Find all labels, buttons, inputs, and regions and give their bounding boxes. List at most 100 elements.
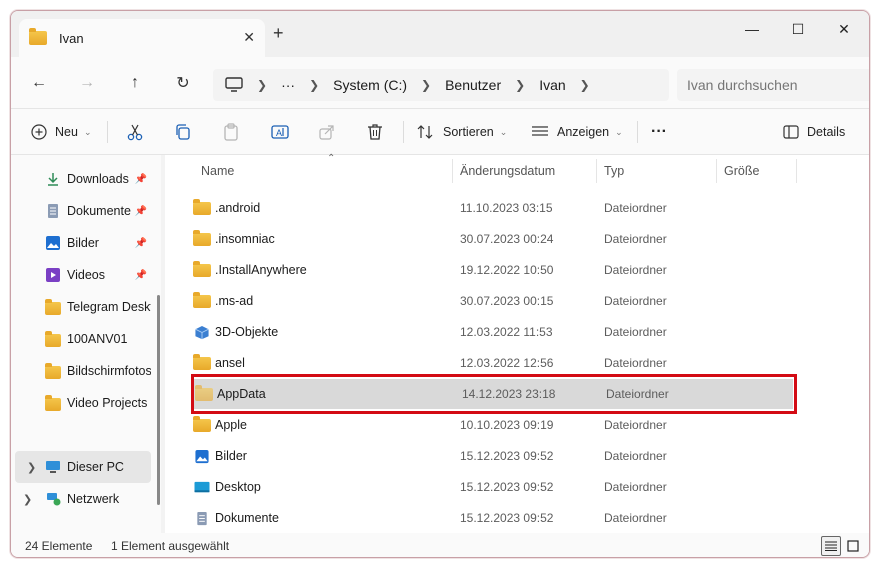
pin-icon: 📌: [134, 205, 147, 217]
table-row[interactable]: 3D-Objekte 12.03.2022 11:53 Dateiordner: [191, 317, 791, 347]
minimize-button[interactable]: —: [729, 15, 775, 43]
sort-button[interactable]: Sortieren ⌄: [417, 117, 507, 147]
sidebar-item-label: Video Projects: [67, 396, 148, 410]
cut-button[interactable]: [127, 117, 143, 147]
sidebar-item-bilder[interactable]: Bilder 📌: [11, 227, 151, 259]
sidebar-item-dokumente[interactable]: Dokumente 📌: [11, 195, 151, 227]
sidebar-item-videos[interactable]: Videos 📌: [11, 259, 151, 291]
sidebar-item-bildschirmfotos[interactable]: Bildschirmfotos: [11, 355, 151, 387]
column-header-date[interactable]: Änderungsdatum: [452, 155, 596, 187]
sidebar-item-label: Telegram Deskto: [67, 300, 151, 314]
column-header-name[interactable]: Name: [193, 155, 443, 187]
file-name: .android: [215, 201, 261, 215]
sidebar-item-label: Dieser PC: [67, 460, 124, 474]
back-button[interactable]: ←: [27, 73, 51, 93]
chevron-right-icon: ❯: [515, 78, 526, 92]
table-row[interactable]: .android 11.10.2023 03:15 Dateiordner: [191, 193, 791, 223]
copy-button[interactable]: [175, 117, 191, 147]
sidebar-item-dieser-pc[interactable]: ❯ Dieser PC: [15, 451, 151, 483]
view-lines-icon: [532, 126, 548, 136]
navigation-pane: Downloads 📌 Dokumente 📌 Bilder 📌 Videos …: [11, 155, 161, 533]
table-row[interactable]: Desktop 15.12.2023 09:52 Dateiordner: [191, 472, 791, 502]
new-button[interactable]: Neu ⌄: [31, 117, 91, 147]
tab-title: Ivan: [59, 30, 84, 46]
file-list-scrollbar[interactable]: [869, 179, 870, 341]
copy-icon: [176, 124, 190, 140]
sidebar-item-telegram[interactable]: Telegram Deskto: [11, 291, 151, 323]
column-header-size[interactable]: Größe: [716, 155, 796, 187]
new-tab-button[interactable]: +: [273, 23, 284, 44]
file-name: Apple: [215, 418, 247, 432]
table-row[interactable]: Apple 10.10.2023 09:19 Dateiordner: [191, 410, 791, 440]
breadcrumb-more[interactable]: ···: [281, 77, 295, 93]
chevron-right-icon: ❯: [257, 78, 268, 92]
svg-text:A: A: [276, 128, 282, 138]
share-button[interactable]: [319, 117, 335, 147]
chevron-right-icon[interactable]: ❯: [27, 461, 36, 474]
tab-ivan[interactable]: Ivan ✕: [19, 19, 265, 57]
computer-icon: [225, 77, 243, 92]
file-name: Dokumente: [215, 511, 279, 525]
trash-icon: [368, 124, 382, 140]
explorer-window: Ivan ✕ + — ☐ ✕ ← → ↑ ↻ ❯ ··· ❯ System (C…: [10, 10, 870, 558]
maximize-button[interactable]: ☐: [775, 15, 821, 43]
title-bar: Ivan ✕ + — ☐ ✕: [11, 11, 869, 57]
table-row[interactable]: .insomniac 30.07.2023 00:24 Dateiordner: [191, 224, 791, 254]
column-header-type[interactable]: Typ: [596, 155, 716, 187]
paste-button[interactable]: [223, 117, 239, 147]
tiles-view-button[interactable]: [843, 536, 863, 556]
table-row[interactable]: .InstallAnywhere 19.12.2022 10:50 Dateio…: [191, 255, 791, 285]
sidebar-item-netzwerk[interactable]: ❯ Netzwerk: [11, 483, 151, 515]
delete-button[interactable]: [367, 117, 383, 147]
navigation-bar: ← → ↑ ↻ ❯ ··· ❯ System (C:) ❯ Benutzer ❯…: [11, 57, 869, 109]
chevron-right-icon[interactable]: ❯: [23, 493, 32, 506]
paste-icon: [224, 123, 238, 141]
folder-icon: [29, 28, 47, 45]
chevron-right-icon: ❯: [579, 78, 590, 92]
sidebar-scrollbar[interactable]: [157, 295, 160, 505]
sidebar-item-downloads[interactable]: Downloads 📌: [11, 163, 151, 195]
file-type: Dateiordner: [604, 511, 667, 525]
sidebar-item-label: Dokumente: [67, 204, 131, 218]
divider: [403, 121, 404, 143]
refresh-button[interactable]: ↻: [171, 73, 195, 93]
sidebar-item-100anv01[interactable]: 100ANV01: [11, 323, 151, 355]
table-row[interactable]: Dokumente 15.12.2023 09:52 Dateiordner: [191, 503, 791, 533]
folder-icon: [45, 395, 61, 411]
command-bar: Neu ⌄ A Sortieren ⌄ Anzeigen ⌄ ··· Detai…: [11, 109, 869, 155]
more-options-button[interactable]: ···: [651, 117, 667, 147]
divider: [107, 121, 108, 143]
view-label: Anzeigen: [557, 125, 610, 139]
highlight-box: [191, 374, 797, 414]
chevron-right-icon: ❯: [421, 78, 432, 92]
details-button[interactable]: Details: [783, 117, 845, 147]
videos-icon: [46, 268, 60, 282]
view-button[interactable]: Anzeigen ⌄: [531, 117, 623, 147]
details-view-button[interactable]: [821, 536, 841, 556]
document-icon: [48, 204, 58, 218]
scissors-icon: [127, 124, 143, 141]
folder-icon: [193, 415, 211, 432]
share-icon: [319, 125, 334, 140]
breadcrumb-system[interactable]: System (C:): [333, 77, 407, 93]
up-button[interactable]: ↑: [123, 73, 147, 93]
breadcrumb-benutzer[interactable]: Benutzer: [445, 77, 501, 93]
address-bar[interactable]: ❯ ··· ❯ System (C:) ❯ Benutzer ❯ Ivan ❯: [213, 69, 669, 101]
download-icon: [48, 173, 58, 186]
table-row[interactable]: .ms-ad 30.07.2023 00:15 Dateiordner: [191, 286, 791, 316]
sidebar-item-label: 100ANV01: [67, 332, 128, 346]
close-button[interactable]: ✕: [821, 15, 867, 43]
file-name: Bilder: [215, 449, 247, 463]
rename-button[interactable]: A: [271, 117, 289, 147]
forward-button[interactable]: →: [75, 73, 99, 93]
sidebar-item-label: Bildschirmfotos: [67, 364, 151, 378]
sidebar-item-video-projects[interactable]: Video Projects: [11, 387, 151, 419]
folder-icon: [45, 299, 61, 315]
breadcrumb-ivan[interactable]: Ivan: [539, 77, 565, 93]
chevron-down-icon: ⌄: [615, 126, 623, 137]
tab-close-icon[interactable]: ✕: [243, 29, 255, 46]
file-type: Dateiordner: [604, 201, 667, 215]
search-input[interactable]: [677, 69, 869, 101]
table-row[interactable]: Bilder 15.12.2023 09:52 Dateiordner: [191, 441, 791, 471]
column-divider[interactable]: [796, 159, 797, 183]
